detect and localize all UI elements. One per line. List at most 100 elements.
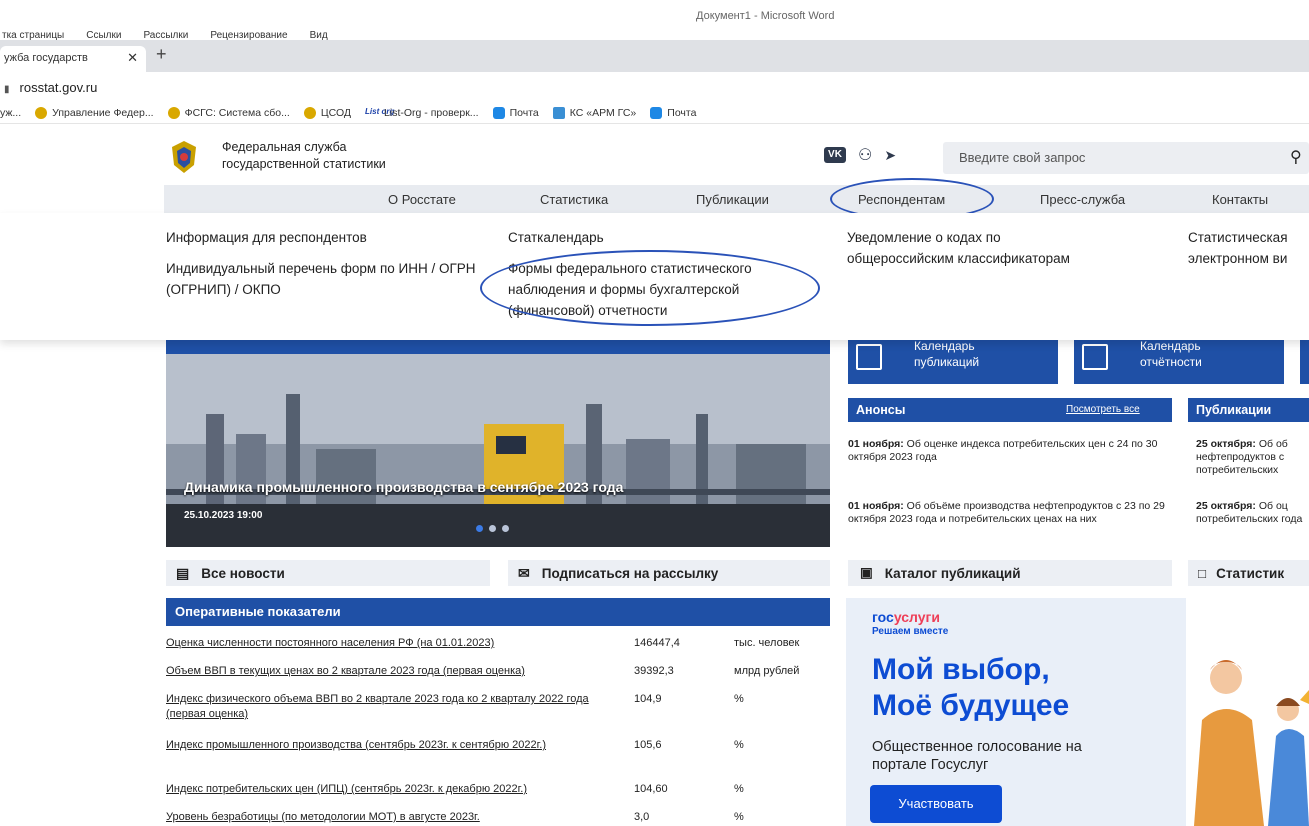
envelope-icon: ✉ [518, 564, 530, 581]
calendar-edge [1300, 336, 1309, 384]
dropdown-link[interactable]: Статкалендарь [508, 227, 818, 248]
all-news-button[interactable]: ▤ Все новости [166, 560, 490, 586]
indicator-name[interactable]: Индекс потребительских цен (ИПЦ) (сентяб… [166, 782, 626, 797]
indicators-header: Оперативные показатели [166, 598, 830, 626]
logo-part: услуги [893, 609, 940, 625]
indicator-name[interactable]: Уровень безработицы (по методологии МОТ)… [166, 810, 626, 825]
slider-dot[interactable] [489, 525, 496, 532]
indicator-unit: % [734, 811, 744, 823]
indicator-unit: млрд рублей [734, 665, 800, 677]
bookmark[interactable]: КС «АРМ ГС» [552, 106, 636, 119]
mail-icon [650, 106, 663, 119]
announcement-item[interactable]: 01 ноября: Об объёме производства нефтеп… [848, 500, 1168, 526]
mail-icon [492, 106, 505, 119]
search-icon[interactable]: ⚲ [1290, 147, 1302, 167]
odnoklassniki-icon[interactable]: ⚇ [858, 145, 872, 165]
nav-item-publications[interactable]: Публикации [696, 192, 769, 207]
ks-icon [552, 106, 565, 119]
indicator-name[interactable]: Объем ВВП в текущих ценах во 2 квартале … [166, 664, 626, 679]
subscribe-button[interactable]: ✉ Подписаться на рассылку [508, 560, 830, 586]
statistics-button[interactable]: □ Статистик [1188, 560, 1309, 586]
newspaper-icon: ▤ [176, 564, 190, 581]
rosstat-emblem-icon[interactable] [164, 137, 204, 177]
new-tab-button[interactable]: + [156, 44, 167, 65]
bookmark[interactable]: Почта [650, 106, 697, 119]
participate-button[interactable]: Участвовать [870, 785, 1002, 823]
address-url: rosstat.gov.ru [19, 80, 98, 95]
bookmark[interactable]: уж... [0, 107, 21, 119]
indicator-unit: % [734, 783, 744, 795]
vk-icon[interactable]: VK [824, 147, 846, 163]
see-all-link[interactable]: Посмотреть все [1066, 404, 1140, 415]
bookmark-label: ЦСОД [320, 106, 352, 119]
list-org-icon: List org [365, 106, 395, 116]
dropdown-link[interactable]: Формы федерального статистического наблю… [508, 258, 818, 321]
emblem-icon [35, 106, 48, 119]
close-icon[interactable]: ✕ [127, 50, 138, 66]
gosuslugi-headline: Мой выбор, Моё будущее [872, 652, 1069, 724]
browser-tab[interactable]: ужба государств ✕ [0, 46, 146, 72]
bookmark-label: Почта [509, 106, 539, 119]
bookmark[interactable]: ФСГС: Система сбо... [167, 106, 290, 119]
indicator-name[interactable]: Оценка численности постоянного населения… [166, 636, 626, 651]
document-icon: □ [1198, 565, 1207, 581]
bookmark[interactable]: ЦСОД [303, 106, 352, 119]
dropdown-link[interactable]: Уведомление о кодах по общероссийским кл… [847, 227, 1107, 269]
bookmark-label: List-Org - проверк... [384, 106, 479, 119]
bookmark-label: уж... [0, 106, 22, 119]
button-label: Подписаться на рассылку [541, 565, 719, 581]
nav-item-press[interactable]: Пресс-служба [1040, 192, 1125, 207]
publication-date: 25 октября: [1196, 500, 1256, 512]
emblem-icon [303, 106, 316, 119]
announcement-item[interactable]: 01 ноября: Об оценке индекса потребитель… [848, 438, 1168, 464]
indicator-value: 105,6 [634, 739, 662, 751]
browser-tabstrip: ужба государств ✕ [0, 40, 1309, 72]
reporting-calendar-button[interactable]: Календарь отчётности [1074, 336, 1284, 384]
logo-part: гос [872, 609, 894, 625]
word-window-bar: Документ1 - Microsoft Word тка страницы … [0, 0, 1309, 41]
bookmark[interactable]: List org List-Org - проверк... [365, 107, 479, 119]
announcement-date: 01 ноября: [848, 438, 904, 450]
bookmark-label: Почта [667, 106, 697, 119]
social-links: VK ⚇ ➤ [824, 145, 896, 165]
info-icon: ▣ [860, 565, 873, 580]
gosuslugi-tagline: Решаем вместе [872, 626, 949, 637]
calendar-icon [856, 344, 882, 370]
org-name-line: государственной статистики [222, 157, 386, 171]
dropdown-link[interactable]: Статистическая [1188, 227, 1309, 248]
search-input[interactable]: Введите свой запрос [943, 142, 1309, 174]
publication-item[interactable]: 25 октября: Об оц потребительских года [1196, 500, 1309, 540]
bookmark-label: Управление Федер... [52, 106, 154, 119]
dropdown-link[interactable]: Индивидуальный перечень форм по ИНН / ОГ… [166, 258, 496, 300]
indicator-value: 146447,4 [634, 637, 680, 649]
news-title[interactable]: Динамика промышленного производства в се… [184, 479, 623, 495]
indicator-unit: % [734, 739, 744, 751]
telegram-icon[interactable]: ➤ [884, 147, 896, 164]
org-name[interactable]: Федеральная служба государственной стати… [222, 139, 386, 173]
nav-item-contacts[interactable]: Контакты [1212, 192, 1268, 207]
dropdown-link[interactable]: Информация для респондентов [166, 227, 496, 248]
bookmark[interactable]: Управление Федер... [35, 106, 154, 119]
address-bar[interactable]: ▮ rosstat.gov.ru [0, 72, 1309, 102]
indicator-unit: тыс. человек [734, 637, 800, 649]
people-illustration [1194, 660, 1309, 826]
slider-dot[interactable] [502, 525, 509, 532]
news-slide-image[interactable] [166, 354, 830, 547]
calendar-label: Календарь публикаций [914, 339, 980, 369]
publication-item[interactable]: 25 октября: Об об нефтепродуктов с потре… [1196, 438, 1309, 478]
catalog-button[interactable]: ▣ Каталог публикаций [848, 560, 1172, 586]
indicator-name[interactable]: Индекс промышленного производства (сентя… [166, 738, 626, 753]
word-title: Документ1 - Microsoft Word [696, 10, 835, 22]
slider-dot[interactable] [476, 525, 483, 532]
org-name-line: Федеральная служба [222, 140, 347, 154]
indicator-value: 104,9 [634, 693, 662, 705]
indicator-value: 3,0 [634, 811, 650, 823]
publications-calendar-button[interactable]: Календарь публикаций [848, 336, 1058, 384]
nav-item-statistics[interactable]: Статистика [540, 192, 608, 207]
nav-item-about[interactable]: О Росстате [388, 192, 456, 207]
indicator-name[interactable]: Индекс физического объема ВВП во 2 кварт… [166, 692, 626, 722]
calendar-icon [1082, 344, 1108, 370]
dropdown-link: электронном ви [1188, 251, 1288, 266]
nav-item-respondents[interactable]: Респондентам [858, 192, 945, 207]
bookmark[interactable]: Почта [492, 106, 539, 119]
